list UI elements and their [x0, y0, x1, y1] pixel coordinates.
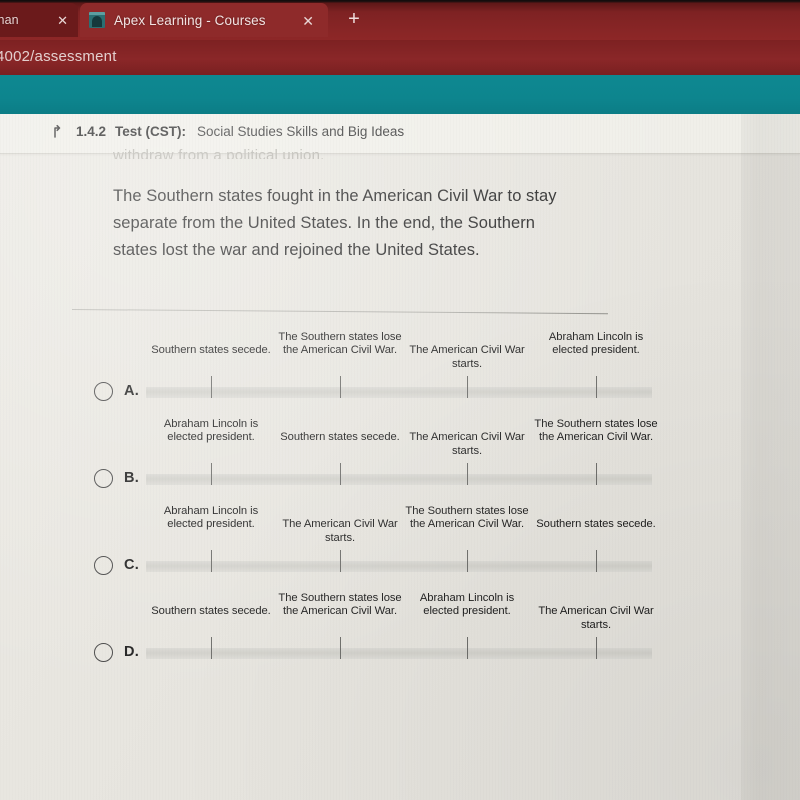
radio-button-a[interactable] — [94, 382, 113, 401]
timeline-event-label: Abraham Lincoln is elected president. — [163, 417, 259, 444]
test-subject: Social Studies Skills and Big Ideas — [197, 124, 405, 139]
timeline-tick — [211, 550, 213, 572]
apex-learning-favicon — [89, 12, 105, 28]
test-label: Test (CST): — [115, 124, 187, 139]
timeline-tick — [211, 463, 213, 485]
timeline-tick — [467, 376, 469, 398]
timeline-bar — [146, 648, 652, 659]
timeline-event-label: The American Civil War starts. — [282, 518, 398, 544]
close-icon[interactable]: ✕ — [302, 14, 314, 28]
assessment-page: 1.4.2 Test (CST): Social Studies Skills … — [0, 114, 800, 800]
timeline-event-label: The American Civil War starts. — [409, 431, 525, 457]
browser-tab-strip: der than ✕ Apex Learning - Courses ✕ + — [0, 0, 800, 40]
timeline-event-label: Southern states secede. — [280, 431, 400, 444]
radio-button-b[interactable] — [94, 469, 113, 488]
browser-tab-inactive[interactable]: der than ✕ — [0, 3, 78, 37]
radio-button-c[interactable] — [94, 556, 113, 575]
browser-tab-active[interactable]: Apex Learning - Courses ✕ — [80, 3, 328, 37]
timeline-event-label: Abraham Lincoln is elected president. — [548, 330, 644, 357]
screenshot-root: der than ✕ Apex Learning - Courses ✕ + 4… — [0, 0, 800, 800]
timeline-event-label: Southern states secede. — [151, 344, 271, 357]
timeline-tick — [340, 637, 342, 659]
tab-title: Apex Learning - Courses — [114, 12, 266, 28]
timeline-bar — [146, 387, 652, 398]
timeline-event-label: The American Civil War starts. — [538, 605, 654, 631]
new-tab-button[interactable]: + — [344, 9, 364, 30]
timeline-tick — [596, 637, 598, 659]
timeline-bar — [146, 561, 652, 572]
site-accent-band — [0, 75, 800, 114]
tab-title: der than — [0, 13, 19, 27]
timeline-tick — [596, 550, 598, 572]
timeline-event-label: The Southern states lose the American Ci… — [405, 504, 529, 531]
timeline-tick — [467, 463, 469, 485]
timeline-tick — [467, 550, 469, 572]
timeline-tick — [211, 637, 213, 659]
radio-button-d[interactable] — [94, 643, 113, 662]
section-divider — [71, 309, 608, 315]
option-letter: C. — [124, 557, 140, 573]
timeline-event-label: Southern states secede. — [536, 518, 656, 531]
close-icon[interactable]: ✕ — [57, 14, 68, 27]
timeline-tick — [211, 376, 213, 398]
timeline-event-label: Abraham Lincoln is elected president. — [163, 504, 259, 531]
timeline-event-label: Abraham Lincoln is elected president. — [419, 591, 515, 618]
timeline-event-label: Southern states secede. — [151, 605, 271, 618]
timeline-bar — [146, 474, 652, 485]
option-letter: A. — [124, 383, 140, 399]
timeline-tick — [596, 376, 598, 398]
option-letter: B. — [124, 470, 140, 486]
option-letter: D. — [124, 644, 140, 660]
timeline-tick — [340, 376, 342, 398]
timeline-event-label: The Southern states lose the American Ci… — [534, 417, 658, 444]
timeline-tick — [596, 463, 598, 485]
page-edge-shading — [741, 114, 800, 800]
url-text: 4002/assessment — [0, 48, 117, 65]
timeline-event-label: The Southern states lose the American Ci… — [278, 591, 402, 618]
timeline-event-label: The Southern states lose the American Ci… — [278, 330, 402, 357]
back-arrow-icon[interactable] — [52, 124, 67, 139]
scrolled-previous-text: withdraw from a political union. — [113, 147, 325, 159]
question-text: The Southern states fought in the Americ… — [113, 187, 557, 259]
timeline-tick — [340, 550, 342, 572]
lesson-number: 1.4.2 — [76, 124, 107, 139]
timeline-event-label: The American Civil War starts. — [409, 344, 525, 370]
browser-url-bar[interactable]: 4002/assessment — [0, 40, 800, 75]
timeline-tick — [467, 637, 469, 659]
timeline-tick — [340, 463, 342, 485]
